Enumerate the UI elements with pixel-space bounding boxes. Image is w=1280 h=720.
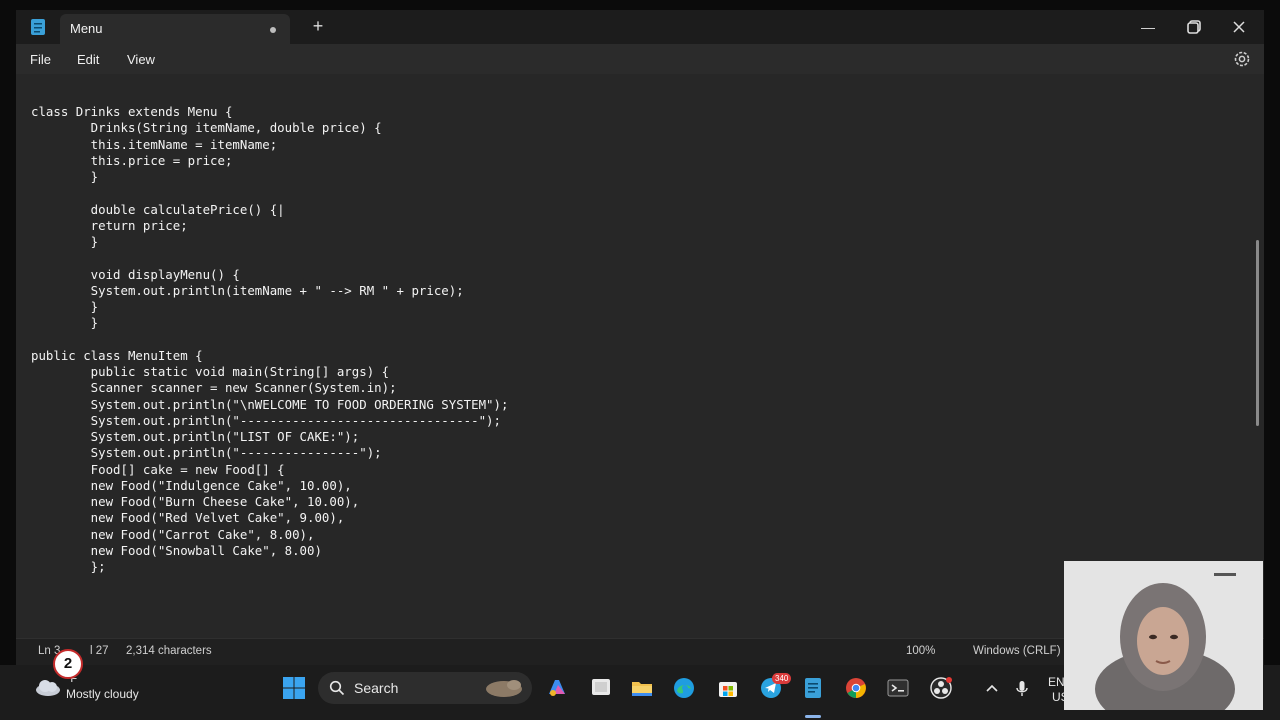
status-characters: 2,314 characters [126, 645, 212, 657]
telegram-badge: 340 [772, 673, 792, 684]
menu-edit[interactable]: Edit [77, 52, 99, 67]
tab-title: Menu [70, 21, 103, 36]
status-column: l 27 [90, 645, 109, 657]
copilot-icon[interactable] [545, 676, 569, 700]
settings-gear-icon[interactable] [1232, 49, 1252, 69]
unsaved-dot-icon[interactable] [270, 27, 276, 33]
windows-start-icon[interactable] [282, 676, 306, 700]
status-zoom[interactable]: 100% [906, 645, 935, 657]
search-icon [329, 680, 345, 696]
notepad-taskbar-icon[interactable] [801, 676, 825, 700]
restore-icon[interactable] [1182, 15, 1206, 39]
text-editor-area[interactable]: class Drinks extends Menu { Drinks(Strin… [16, 74, 1264, 638]
status-line-endings[interactable]: Windows (CRLF) [973, 645, 1061, 657]
input-language[interactable]: EN [1048, 675, 1065, 689]
menu-bar: File Edit View [16, 44, 1264, 74]
code-text[interactable]: class Drinks extends Menu { Drinks(Strin… [31, 104, 508, 575]
close-icon[interactable] [1227, 15, 1251, 39]
vertical-scrollbar[interactable] [1256, 240, 1259, 426]
chevron-up-icon[interactable] [980, 676, 1004, 700]
weather-badge[interactable]: 2 [53, 649, 83, 679]
minimize-icon[interactable]: — [1136, 15, 1160, 39]
menu-file[interactable]: File [30, 52, 51, 67]
weather-condition[interactable]: Mostly cloudy [66, 687, 139, 701]
obs-recorder-icon[interactable] [929, 676, 953, 700]
file-explorer-icon[interactable] [630, 676, 654, 700]
task-view-icon[interactable] [589, 676, 613, 700]
notepad-app-icon [31, 19, 45, 35]
tab-menu[interactable]: Menu [60, 14, 290, 44]
cloud-weather-icon[interactable] [34, 677, 62, 697]
chrome-icon[interactable] [844, 676, 868, 700]
microsoft-store-icon[interactable] [716, 676, 740, 700]
search-label: Search [354, 680, 399, 696]
edge-browser-icon[interactable] [672, 676, 696, 700]
microphone-icon[interactable] [1010, 676, 1034, 700]
search-highlight-illustration-icon [486, 680, 522, 697]
menu-view[interactable]: View [127, 52, 155, 67]
notepad-active-indicator [805, 715, 821, 718]
terminal-icon[interactable] [886, 676, 910, 700]
new-tab-plus-icon[interactable]: + [308, 16, 328, 36]
webcam-overlay [1064, 561, 1263, 710]
title-bar: Menu + — [16, 10, 1264, 44]
taskbar-search-box[interactable]: Search [318, 672, 532, 704]
